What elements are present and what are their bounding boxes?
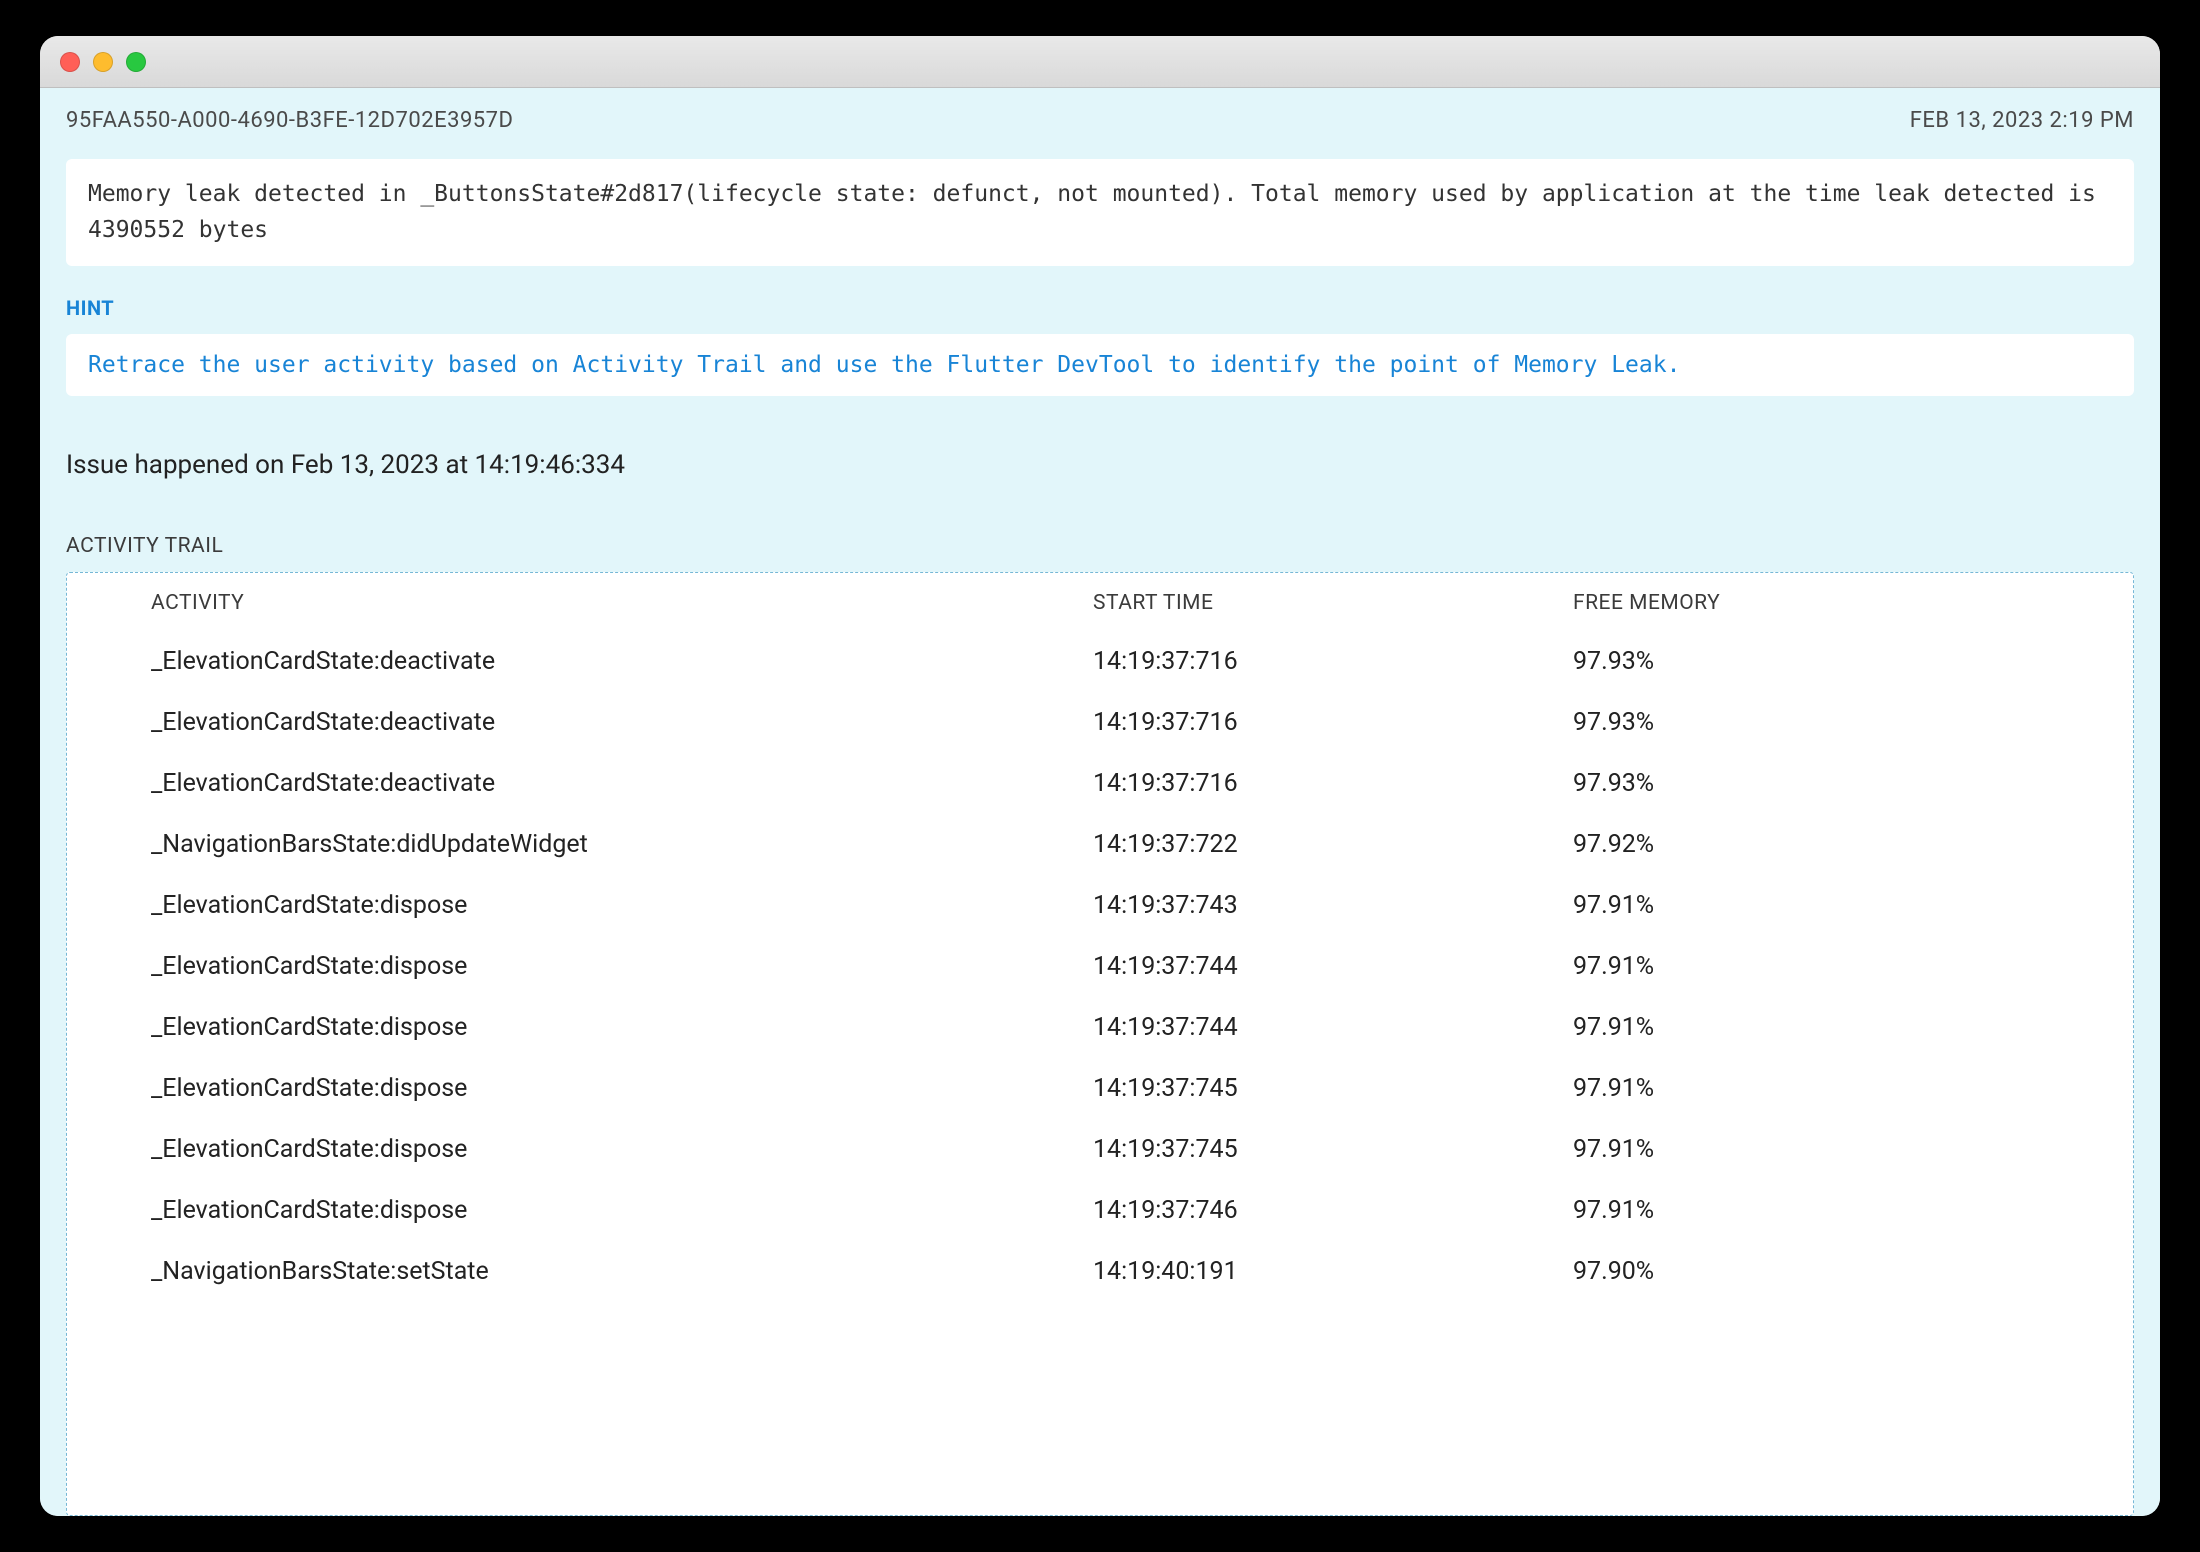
row-activity: _ElevationCardState:deactivate: [151, 647, 1093, 676]
row-activity: _ElevationCardState:dispose: [151, 1013, 1093, 1042]
app-window: 95FAA550-A000-4690-B3FE-12D702E3957D FEB…: [40, 36, 2160, 1516]
row-start-time: 14:19:37:716: [1093, 647, 1573, 676]
activity-trail-row: _NavigationBarsState:setState14:19:40:19…: [151, 1241, 2093, 1302]
activity-trail-rows: _ElevationCardState:deactivate14:19:37:7…: [151, 631, 2093, 1302]
issue-timestamp: FEB 13, 2023 2:19 PM: [1910, 108, 2134, 133]
activity-trail-row: _ElevationCardState:deactivate14:19:37:7…: [151, 753, 2093, 814]
row-start-time: 14:19:37:744: [1093, 952, 1573, 981]
row-free-memory: 97.91%: [1573, 1013, 2093, 1042]
activity-trail-row: _ElevationCardState:dispose14:19:37:7449…: [151, 997, 2093, 1058]
col-free-memory: FREE MEMORY: [1573, 591, 2093, 615]
row-free-memory: 97.91%: [1573, 891, 2093, 920]
row-activity: _ElevationCardState:dispose: [151, 1196, 1093, 1225]
activity-trail-row: _ElevationCardState:dispose14:19:37:7459…: [151, 1058, 2093, 1119]
activity-trail-label: ACTIVITY TRAIL: [66, 534, 2134, 558]
col-start-time: START TIME: [1093, 591, 1573, 615]
row-free-memory: 97.91%: [1573, 1074, 2093, 1103]
row-free-memory: 97.93%: [1573, 769, 2093, 798]
activity-trail-header: ACTIVITY START TIME FREE MEMORY: [151, 591, 2093, 615]
hint-label: HINT: [66, 296, 2134, 320]
row-activity: _ElevationCardState:deactivate: [151, 769, 1093, 798]
activity-trail-row: _ElevationCardState:dispose14:19:37:7459…: [151, 1119, 2093, 1180]
row-free-memory: 97.91%: [1573, 1135, 2093, 1164]
row-activity: _ElevationCardState:dispose: [151, 952, 1093, 981]
activity-trail-row: _ElevationCardState:dispose14:19:37:7469…: [151, 1180, 2093, 1241]
window-zoom-button[interactable]: [126, 52, 146, 72]
row-start-time: 14:19:37:744: [1093, 1013, 1573, 1042]
col-activity: ACTIVITY: [151, 591, 1093, 615]
hint-box: Retrace the user activity based on Activ…: [66, 334, 2134, 396]
activity-trail-row: _ElevationCardState:dispose14:19:37:7439…: [151, 875, 2093, 936]
issue-uuid: 95FAA550-A000-4690-B3FE-12D702E3957D: [66, 108, 513, 133]
row-free-memory: 97.90%: [1573, 1257, 2093, 1286]
row-start-time: 14:19:37:716: [1093, 769, 1573, 798]
window-minimize-button[interactable]: [93, 52, 113, 72]
window-close-button[interactable]: [60, 52, 80, 72]
row-activity: _ElevationCardState:dispose: [151, 891, 1093, 920]
row-start-time: 14:19:37:746: [1093, 1196, 1573, 1225]
activity-trail-row: _ElevationCardState:dispose14:19:37:7449…: [151, 936, 2093, 997]
row-free-memory: 97.91%: [1573, 952, 2093, 981]
activity-trail-box: ACTIVITY START TIME FREE MEMORY _Elevati…: [66, 572, 2134, 1516]
row-start-time: 14:19:37:743: [1093, 891, 1573, 920]
row-start-time: 14:19:37:745: [1093, 1074, 1573, 1103]
activity-trail-row: _ElevationCardState:deactivate14:19:37:7…: [151, 631, 2093, 692]
row-activity: _ElevationCardState:dispose: [151, 1074, 1093, 1103]
row-free-memory: 97.91%: [1573, 1196, 2093, 1225]
row-activity: _NavigationBarsState:setState: [151, 1257, 1093, 1286]
row-free-memory: 97.93%: [1573, 647, 2093, 676]
header-row: 95FAA550-A000-4690-B3FE-12D702E3957D FEB…: [66, 108, 2134, 133]
row-free-memory: 97.93%: [1573, 708, 2093, 737]
row-free-memory: 97.92%: [1573, 830, 2093, 859]
row-activity: _NavigationBarsState:didUpdateWidget: [151, 830, 1093, 859]
window-titlebar: [40, 36, 2160, 88]
content-area: 95FAA550-A000-4690-B3FE-12D702E3957D FEB…: [40, 88, 2160, 1516]
row-start-time: 14:19:40:191: [1093, 1257, 1573, 1286]
activity-trail-row: _NavigationBarsState:didUpdateWidget14:1…: [151, 814, 2093, 875]
activity-trail-row: _ElevationCardState:deactivate14:19:37:7…: [151, 692, 2093, 753]
row-start-time: 14:19:37:716: [1093, 708, 1573, 737]
row-activity: _ElevationCardState:deactivate: [151, 708, 1093, 737]
error-message-box: Memory leak detected in _ButtonsState#2d…: [66, 159, 2134, 266]
issue-happened-line: Issue happened on Feb 13, 2023 at 14:19:…: [66, 450, 2134, 480]
row-start-time: 14:19:37:722: [1093, 830, 1573, 859]
row-activity: _ElevationCardState:dispose: [151, 1135, 1093, 1164]
row-start-time: 14:19:37:745: [1093, 1135, 1573, 1164]
